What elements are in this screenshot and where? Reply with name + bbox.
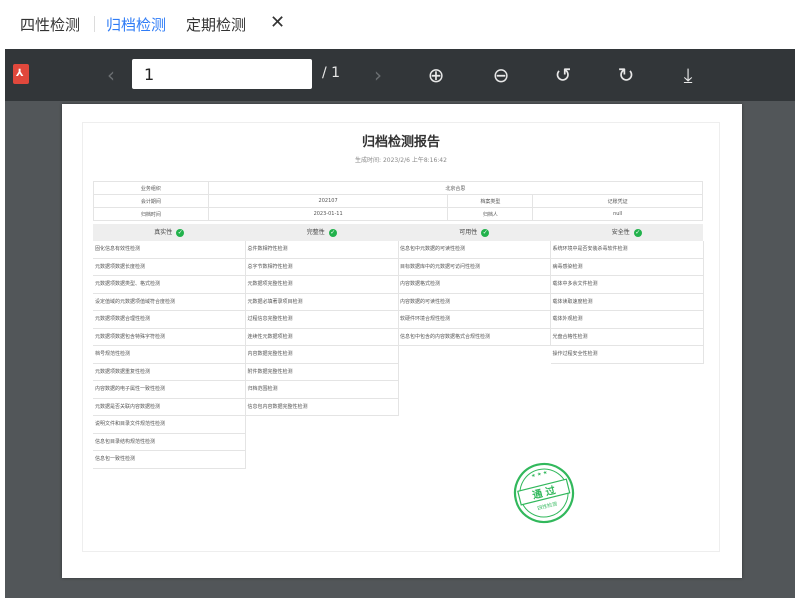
report-document: 归档检测报告 生成时间: 2023/2/6 上午8:16:42 业务组织 北京合… — [82, 122, 720, 552]
page-number-input[interactable] — [132, 59, 312, 89]
check-item: 连续性元数据项检测 — [245, 329, 398, 346]
check-item: 元数据是否关联内容数据检测 — [93, 399, 245, 416]
info-value: 2023-01-11 — [207, 207, 449, 221]
tab-divider — [94, 16, 95, 32]
check-item: 归档范围检测 — [245, 381, 398, 399]
check-item: 信息包一致性检测 — [93, 451, 245, 469]
check-item: 元数据项数据合理性检测 — [93, 311, 245, 329]
check-item: 说明文件和目录文件规范性检测 — [93, 416, 245, 434]
check-item: 固化信息有效性检测 — [93, 241, 245, 259]
info-label: 会计期间 — [93, 194, 209, 208]
stamp-subtext: 四性检测 — [537, 500, 558, 512]
check-item: 元数据项完整性检测 — [245, 276, 398, 294]
report-title: 归档检测报告 — [361, 135, 440, 150]
category-header: 真实性 ✓ — [93, 224, 246, 241]
check-circle-icon: ✓ — [328, 228, 337, 237]
check-item: 内容数据的电子属性一致性检测 — [93, 381, 245, 399]
rotate-left-icon[interactable]: ↺ — [550, 62, 576, 88]
tab-archive-check[interactable]: 归档检测 — [106, 14, 166, 35]
report-info-table: 业务组织 北京合思 会计期间 202107 档案类型 记账凭证 归档时间 202… — [93, 181, 704, 221]
info-value: 202107 — [207, 194, 449, 208]
check-item: 光盘合格性检测 — [550, 329, 703, 346]
check-item: 信息包中包含的内容数据格式合规性检测 — [398, 329, 550, 346]
check-item: 总件数相符性检测 — [245, 241, 398, 259]
report-generated-time: 生成时间: 2023/2/6 上午8:16:42 — [355, 157, 447, 164]
check-item: 系统环境中是否安装杀毒软件检测 — [550, 241, 703, 259]
check-item: 软硬件环境合规性检测 — [398, 311, 550, 329]
category-label: 可用性 — [459, 229, 478, 236]
tab-four-property-check[interactable]: 四性检测 — [20, 14, 80, 35]
check-item: 信息包目录结构规范性检测 — [93, 434, 245, 451]
download-icon[interactable]: ⤓ — [675, 62, 701, 88]
info-row: 归档时间 2023-01-11 归档人 null — [93, 207, 703, 221]
pass-stamp: ★ ★ ★ 通 过 四性检测 — [513, 462, 575, 524]
check-item: 操作过程安全性检测 — [550, 346, 703, 364]
check-item: 档号规范性检测 — [93, 346, 245, 364]
tab-periodic-check[interactable]: 定期检测 — [186, 14, 246, 35]
check-item: 载体读取速度检测 — [550, 294, 703, 311]
check-item: 元数据必填著录项目检测 — [245, 294, 398, 311]
info-row: 业务组织 北京合思 — [93, 181, 704, 195]
close-icon[interactable]: ✕ — [270, 12, 285, 33]
check-item: 过程信息完整性检测 — [245, 311, 398, 329]
check-item: 内容数据的可读性检测 — [398, 294, 550, 311]
info-row: 会计期间 202107 档案类型 记账凭证 — [93, 194, 703, 208]
check-column: 总件数相符性检测 总字节数相符性检测 元数据项完整性检测 元数据必填著录项目检测 过程信… — [245, 241, 399, 416]
check-column: 信息包中元数据的可读性检测 目标数据库中的元数据可访问性检测 内容数据格式检测 内容数… — [398, 241, 551, 346]
check-item: 内容数据完整性检测 — [245, 346, 398, 364]
category-header: 安全性 ✓ — [551, 224, 704, 241]
pdf-viewer[interactable]: 归档检测报告 生成时间: 2023/2/6 上午8:16:42 业务组织 北京合… — [5, 101, 795, 598]
info-value: null — [532, 207, 703, 221]
check-circle-icon: ✓ — [633, 228, 642, 237]
check-item: 内容数据格式检测 — [398, 276, 550, 294]
info-value: 记账凭证 — [532, 194, 703, 208]
pdf-toolbar: ⅄ ‹ / 1 › ⊕ ⊖ ↺ ↻ ⤓ — [5, 49, 795, 101]
check-circle-icon: ✓ — [176, 228, 185, 237]
info-label: 归档人 — [447, 207, 534, 221]
check-item: 元数据项数据重复性检测 — [93, 364, 245, 381]
check-item: 元数据项数据包含特殊字符检测 — [93, 329, 245, 346]
info-value: 北京合思 — [207, 181, 704, 195]
previous-page-icon[interactable]: ‹ — [98, 62, 124, 88]
category-label: 安全性 — [611, 229, 630, 236]
check-item: 元数据项数据类型、格式检测 — [93, 276, 245, 294]
check-item: 目标数据库中的元数据可访问性检测 — [398, 259, 550, 276]
info-label: 归档时间 — [93, 207, 209, 221]
check-item: 信息包内容数据完整性检测 — [245, 399, 398, 416]
category-header: 完整性 ✓ — [246, 224, 399, 241]
category-label: 完整性 — [306, 229, 325, 236]
pdf-file-icon: ⅄ — [13, 64, 29, 84]
page-total-label: / 1 — [322, 65, 341, 81]
rotate-right-icon[interactable]: ↻ — [613, 62, 639, 88]
category-header-row: 真实性 ✓ 完整性 ✓ 可用性 ✓ 安全性 ✓ — [93, 224, 703, 241]
check-column: 系统环境中是否安装杀毒软件检测 病毒感染检测 载体中多余文件检测 载体读取速度检测 载体… — [550, 241, 704, 364]
zoom-out-icon[interactable]: ⊖ — [488, 62, 514, 88]
check-item: 总字节数相符性检测 — [245, 259, 398, 276]
zoom-in-icon[interactable]: ⊕ — [423, 62, 449, 88]
pdf-page: 归档检测报告 生成时间: 2023/2/6 上午8:16:42 业务组织 北京合… — [62, 104, 742, 578]
check-item: 信息包中元数据的可读性检测 — [398, 241, 550, 259]
category-label: 真实性 — [154, 229, 173, 236]
check-item: 设定值域的元数据项值域符合度检测 — [93, 294, 245, 311]
check-item: 载体中多余文件检测 — [550, 276, 703, 294]
check-column: 固化信息有效性检测 元数据项数据长度检测 元数据项数据类型、格式检测 设定值域的元数据… — [93, 241, 246, 469]
check-item: 载体外观检测 — [550, 311, 703, 329]
check-item: 元数据项数据长度检测 — [93, 259, 245, 276]
info-label: 档案类型 — [447, 194, 534, 208]
next-page-icon[interactable]: › — [365, 62, 391, 88]
check-item: 病毒感染检测 — [550, 259, 703, 276]
category-header: 可用性 ✓ — [398, 224, 551, 241]
tab-bar: 四性检测 归档检测 定期检测 ✕ — [0, 0, 800, 48]
info-label: 业务组织 — [93, 181, 209, 195]
check-item: 附件数据完整性检测 — [245, 364, 398, 381]
check-circle-icon: ✓ — [481, 228, 490, 237]
